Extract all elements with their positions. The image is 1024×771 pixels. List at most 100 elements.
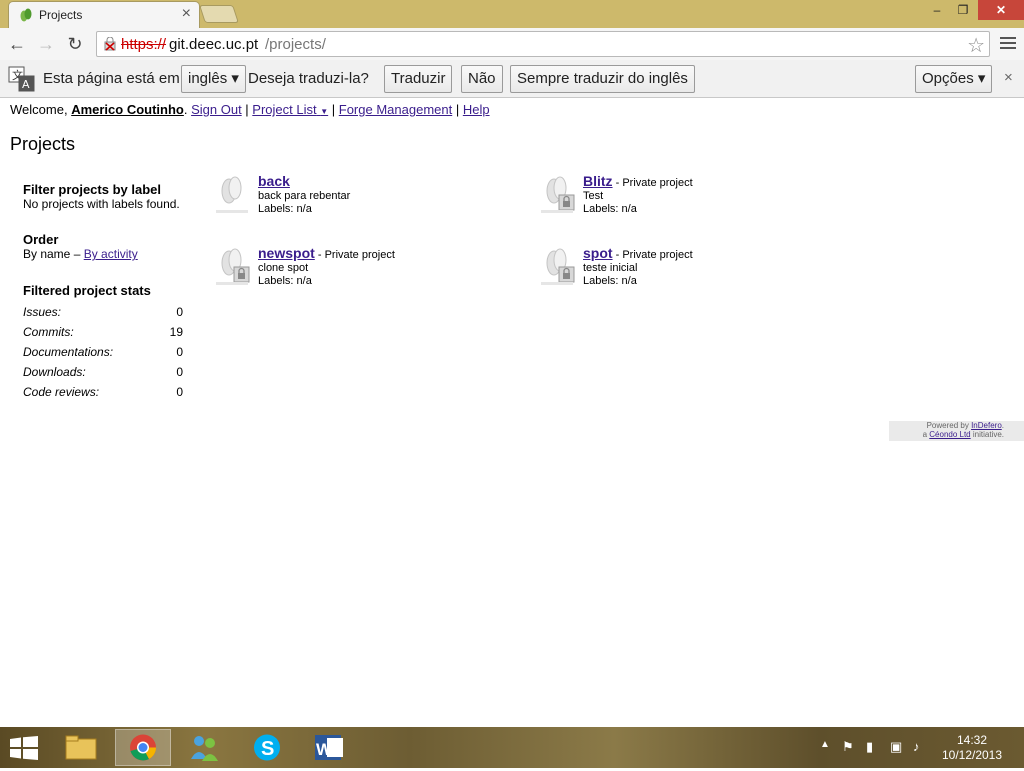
- ceondo-link[interactable]: Céondo Ltd: [929, 430, 970, 439]
- stat-value: 0: [176, 385, 183, 399]
- stat-label: Documentations:: [23, 345, 114, 359]
- project-info: Blitz - Private project Test Labels: n/a: [583, 173, 693, 216]
- forward-arrow-icon[interactable]: →: [35, 33, 57, 55]
- stats-row: Code reviews: 0: [23, 382, 183, 402]
- new-tab-button[interactable]: [199, 5, 239, 23]
- bookmark-star-icon[interactable]: ☆: [967, 33, 985, 58]
- filter-text: No projects with labels found.: [23, 197, 180, 211]
- project-info: back back para rebentar Labels: n/a: [258, 173, 351, 216]
- project-item-newspot: newspot - Private project clone spot Lab…: [216, 245, 516, 303]
- close-window-button[interactable]: ✕: [978, 0, 1024, 20]
- back-arrow-icon[interactable]: ←: [6, 33, 28, 55]
- chrome-taskbar-item[interactable]: [115, 729, 171, 766]
- power-icon[interactable]: ▮: [866, 739, 873, 755]
- translate-button[interactable]: Traduzir: [384, 65, 453, 93]
- language-label: inglês: [188, 70, 228, 87]
- reload-icon[interactable]: ↻: [64, 33, 86, 55]
- tab-close-icon[interactable]: ×: [182, 5, 191, 23]
- messenger-taskbar-item[interactable]: [177, 729, 233, 766]
- private-project-logo-icon: [216, 248, 250, 285]
- project-labels: Labels: n/a: [583, 203, 637, 215]
- sign-out-link[interactable]: Sign Out: [191, 102, 242, 117]
- translate-close-icon[interactable]: ×: [1004, 69, 1013, 86]
- stat-label: Issues:: [23, 305, 62, 319]
- chevron-down-icon: ▾: [977, 70, 986, 87]
- always-translate-button[interactable]: Sempre traduzir do inglês: [510, 65, 695, 93]
- project-item-spot: spot - Private project teste inicial Lab…: [541, 245, 841, 303]
- project-item-blitz: Blitz - Private project Test Labels: n/a: [541, 173, 841, 231]
- svg-text:A: A: [22, 78, 30, 91]
- order-options: By name – By activity: [23, 247, 188, 261]
- stat-label: Downloads:: [23, 365, 86, 379]
- windows-start-icon[interactable]: [10, 736, 38, 760]
- tab-projects[interactable]: Projects ×: [8, 1, 200, 28]
- stat-label: Commits:: [23, 325, 74, 339]
- order-by-name: By name –: [23, 247, 81, 261]
- stat-value: 0: [176, 365, 183, 379]
- project-private-label: - Private project: [317, 249, 395, 261]
- folder-icon: [65, 735, 97, 760]
- project-name-link[interactable]: newspot: [258, 245, 315, 261]
- username-link[interactable]: Americo Coutinho: [71, 102, 184, 117]
- project-logo-icon: [216, 176, 248, 213]
- options-button[interactable]: Opções ▾: [915, 65, 993, 93]
- project-private-label: - Private project: [615, 249, 693, 261]
- chrome-menu-icon[interactable]: [1000, 34, 1016, 54]
- system-clock[interactable]: 14:32 10/12/2013: [940, 733, 1004, 763]
- indefero-link[interactable]: InDefero: [971, 421, 1002, 430]
- file-explorer-taskbar-item[interactable]: [53, 729, 109, 766]
- svg-text:S: S: [261, 738, 274, 760]
- volume-icon[interactable]: ♪: [913, 739, 920, 754]
- chrome-icon: [130, 734, 156, 761]
- messenger-icon: [191, 736, 218, 761]
- a-text: a: [922, 430, 928, 439]
- project-info: spot - Private project teste inicial Lab…: [583, 245, 693, 288]
- order-heading: Order: [23, 232, 59, 247]
- forge-management-link[interactable]: Forge Management: [339, 102, 452, 117]
- no-button[interactable]: Não: [461, 65, 503, 93]
- browser-toolbar: ← → ↻ https:// git.deec.uc.pt /projects/…: [0, 28, 1024, 60]
- skype-taskbar-item[interactable]: S: [239, 729, 295, 766]
- user-bar: Welcome, Americo Coutinho. Sign Out | Pr…: [10, 102, 490, 117]
- project-description: back para rebentar: [258, 190, 351, 202]
- project-list-link[interactable]: Project List ▼: [252, 102, 328, 117]
- project-description: clone spot: [258, 262, 309, 274]
- sidebar: Filter projects by label No projects wit…: [23, 182, 188, 402]
- stat-label: Code reviews:: [23, 385, 100, 399]
- project-labels: Labels: n/a: [258, 275, 312, 287]
- stat-value: 0: [176, 345, 183, 359]
- order-by-activity-link[interactable]: By activity: [84, 247, 138, 261]
- project-name-link[interactable]: spot: [583, 245, 613, 261]
- chevron-down-icon: ▾: [231, 70, 239, 87]
- translate-prefix: Esta página está em: [43, 70, 180, 87]
- show-hidden-icons-icon[interactable]: ▲: [820, 739, 830, 750]
- help-link[interactable]: Help: [463, 102, 490, 117]
- stats-heading: Filtered project stats: [23, 283, 151, 298]
- project-name-link[interactable]: Blitz: [583, 173, 613, 189]
- word-icon: W: [315, 735, 343, 760]
- project-labels: Labels: n/a: [583, 275, 637, 287]
- project-name-link[interactable]: back: [258, 173, 290, 189]
- insecure-lock-icon[interactable]: [103, 37, 117, 51]
- dropdown-arrow-icon: ▼: [320, 107, 329, 116]
- address-bar[interactable]: https:// git.deec.uc.pt /projects/ ☆: [96, 31, 990, 57]
- stats-row: Downloads: 0: [23, 362, 183, 382]
- clock-time: 14:32: [956, 733, 988, 747]
- stats-row: Issues: 0: [23, 302, 183, 322]
- translate-icon: 文 A: [8, 66, 35, 92]
- indefero-favicon-icon: [20, 8, 32, 22]
- maximize-button[interactable]: ❐: [952, 0, 974, 20]
- word-taskbar-item[interactable]: W: [301, 729, 357, 766]
- stats-row: Commits: 19: [23, 322, 183, 342]
- minimize-button[interactable]: –: [922, 0, 952, 20]
- language-select[interactable]: inglês ▾: [181, 65, 246, 93]
- url-protocol: https://: [121, 36, 167, 53]
- welcome-text: Welcome,: [10, 102, 68, 117]
- network-icon[interactable]: ▣: [890, 739, 902, 755]
- stat-value: 19: [169, 325, 183, 339]
- options-label: Opções: [922, 70, 974, 87]
- clock-date: 10/12/2013: [941, 748, 1003, 762]
- action-center-icon[interactable]: ⚑: [842, 739, 854, 755]
- translate-bar: 文 A Esta página está em inglês ▾ Deseja …: [0, 60, 1024, 98]
- project-list-label: Project List: [252, 102, 317, 117]
